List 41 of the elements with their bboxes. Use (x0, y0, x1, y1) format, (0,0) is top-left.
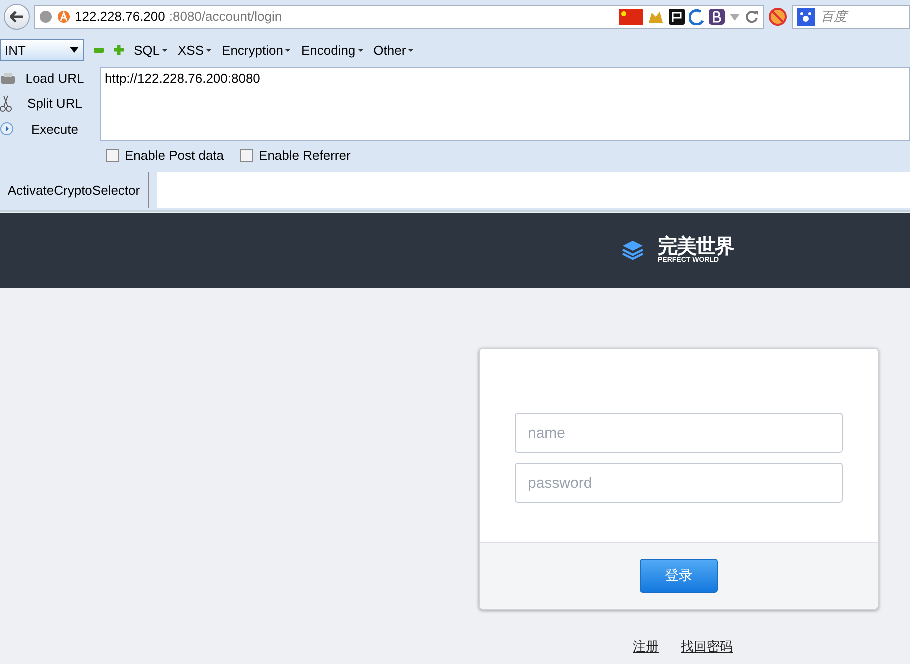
paw-icon (797, 8, 815, 26)
url-path: :8080/account/login (169, 9, 282, 24)
mode-dropdown[interactable]: INT (0, 39, 84, 61)
load-url-button[interactable]: Load URL (10, 71, 100, 86)
checkbox[interactable] (240, 149, 254, 162)
password-field[interactable]: password (515, 463, 843, 503)
letter-b-icon (709, 8, 725, 24)
layers-icon (622, 240, 644, 262)
back-arrow-icon (10, 10, 24, 22)
checkbox-label: Enable Referrer (259, 148, 351, 163)
register-link[interactable]: 注册 (633, 638, 659, 656)
url-host: 122.228.76.200 (75, 9, 166, 24)
url-textarea[interactable]: http://122.228.76.200:8080 (100, 67, 910, 141)
name-field[interactable]: name (515, 413, 843, 453)
menu-button[interactable]: Encryption (222, 42, 292, 58)
checkbox-label: Enable Post data (125, 148, 224, 163)
reload-icon[interactable] (745, 10, 759, 24)
logo-title: 完美世界 (658, 237, 734, 257)
flag-outline-icon (669, 8, 685, 24)
printer-icon (0, 72, 16, 86)
back-button[interactable] (4, 4, 30, 30)
caret-icon (70, 47, 79, 53)
address-field[interactable]: 122.228.76.200 :8080/account/login (34, 4, 764, 28)
badge-icon (57, 10, 71, 24)
crypto-selector-label: ActivateCryptoSelector (0, 172, 149, 208)
plus-icon[interactable] (114, 45, 124, 55)
menu-button[interactable]: SQL (134, 42, 168, 58)
search-placeholder: 百度 (821, 8, 847, 26)
menu-button[interactable]: Encoding (301, 42, 364, 58)
minus-icon[interactable] (94, 46, 104, 54)
search-field[interactable]: 百度 (792, 4, 910, 28)
menu-button[interactable]: XSS (178, 42, 212, 58)
forgot-password-link[interactable]: 找回密码 (681, 638, 733, 656)
checkbox[interactable] (106, 149, 119, 162)
crypto-input[interactable] (157, 172, 910, 208)
execute-button[interactable]: Execute (10, 122, 100, 137)
menu-button[interactable]: Other (374, 42, 414, 58)
dropdown-icon[interactable] (729, 12, 741, 22)
flag-icon (619, 8, 643, 24)
blocked-icon[interactable] (768, 6, 788, 26)
split-url-button[interactable]: Split URL (10, 96, 100, 112)
